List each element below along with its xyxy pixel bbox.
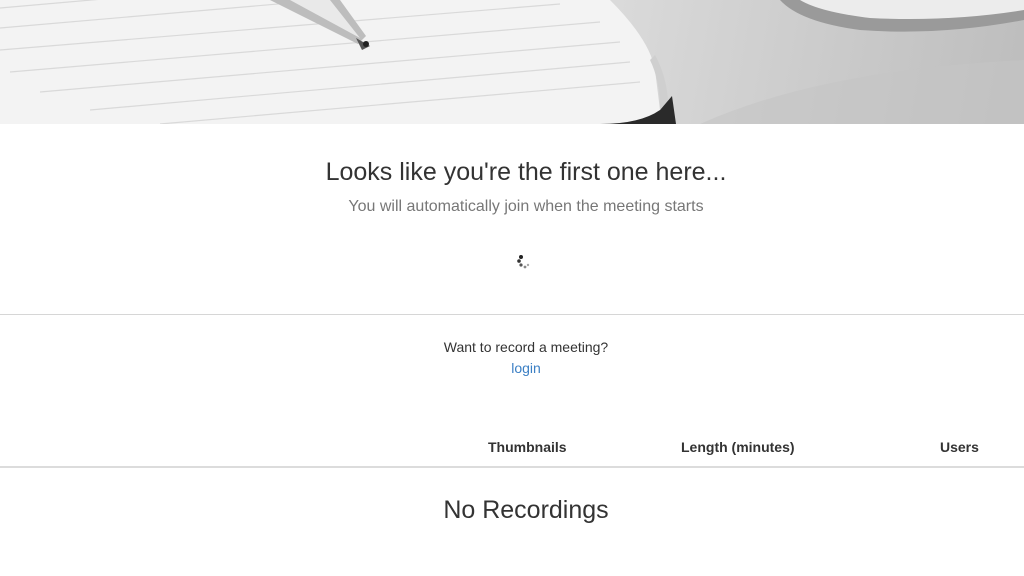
table-header-divider: [0, 466, 1024, 468]
column-header-thumbnails[interactable]: Thumbnails: [488, 439, 567, 455]
empty-recordings-message: No Recordings: [443, 496, 609, 524]
record-meeting-prompt: Want to record a meeting?: [443, 339, 609, 355]
waiting-subtitle: You will automatically join when the mee…: [348, 198, 704, 215]
column-header-length[interactable]: Length (minutes): [681, 439, 795, 455]
column-header-users[interactable]: Users: [940, 439, 979, 455]
section-divider: [0, 314, 1024, 315]
waiting-title: Looks like you're the first one here...: [325, 158, 727, 186]
page: Looks like you're the first one here... …: [0, 0, 1024, 576]
login-link[interactable]: login: [0, 360, 1024, 376]
loading-spinner-icon: [514, 253, 532, 271]
header-banner-image: [0, 0, 1024, 124]
